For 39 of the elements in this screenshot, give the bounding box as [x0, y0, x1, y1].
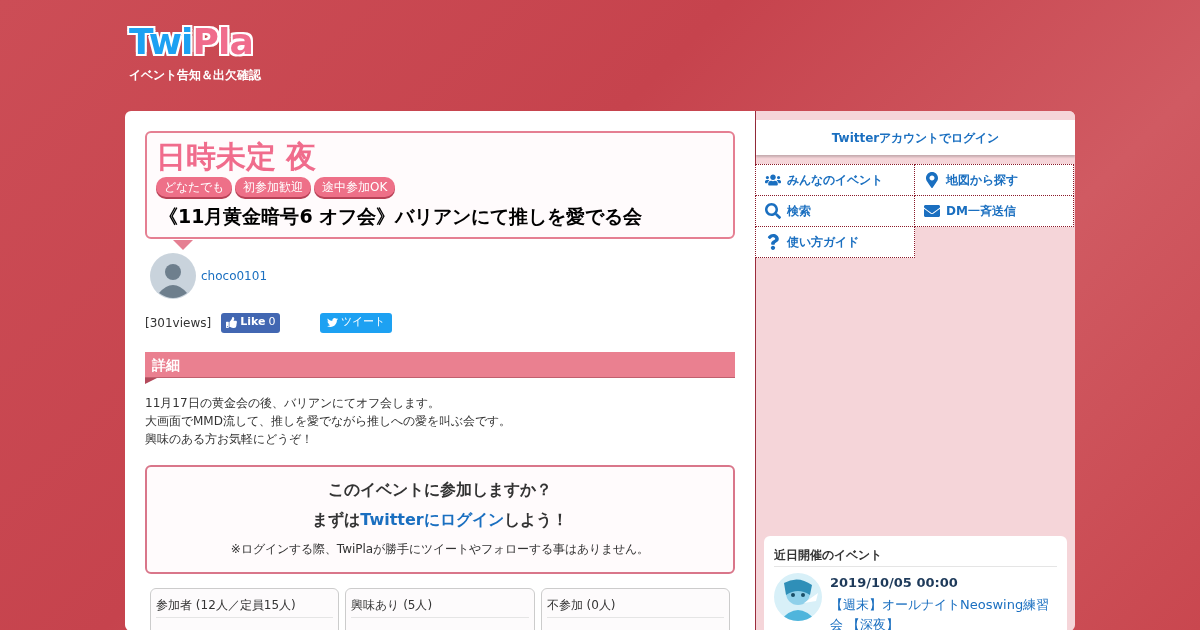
tag: 途中参加OK — [314, 177, 396, 197]
help-icon — [765, 234, 781, 250]
view-count: [301views] — [145, 314, 212, 332]
thumbs-up-icon — [226, 317, 238, 328]
tag: 初参加歓迎 — [235, 177, 311, 197]
menu-item[interactable]: 使い方ガイド — [755, 226, 915, 258]
like-button[interactable]: Like 0 — [221, 312, 281, 333]
tweet-button[interactable]: ツイート — [320, 312, 393, 333]
login-prompt: まずはTwitterにログイン しよう！ — [311, 508, 569, 531]
detail-text: 大画面でMMD流して、推しを愛でながら推しへの愛を叫ぶ会です。 — [145, 412, 512, 430]
menu-item[interactable]: みんなのイベント — [755, 164, 915, 196]
login-note: ※ログインする際、TwiPlaが勝手にツイートやフォローする事はありません。 — [229, 540, 651, 558]
menu-item[interactable]: 検索 — [755, 195, 915, 227]
search-icon — [765, 203, 781, 219]
tagline: イベント告知＆出欠確認 — [129, 67, 261, 84]
attendance-heading: 参加者 (12人／定員15人) — [156, 595, 334, 618]
attendance-heading: 不参加 (0人) — [546, 595, 724, 618]
login-link[interactable]: Twitterにログイン — [360, 509, 504, 529]
event-date: 2019/10/05 00:00 — [830, 574, 959, 592]
twitter-login-button[interactable]: Twitterアカウントでログイン — [756, 120, 1075, 155]
bird-icon — [327, 317, 339, 328]
tag: どなたでも — [156, 177, 232, 197]
menu-item[interactable]: 地図から探す — [914, 164, 1074, 196]
organizer-link[interactable]: choco0101 — [201, 266, 268, 285]
users-icon — [765, 172, 781, 188]
ribbon-fold — [145, 377, 157, 384]
map-pin-icon — [924, 172, 940, 188]
section-heading: 詳細 — [145, 351, 735, 378]
detail-text: 興味のある方お気軽にどうぞ！ — [145, 430, 314, 448]
menu-item[interactable]: DM一斉送信 — [914, 195, 1074, 227]
event-date: 日時未定 夜 — [156, 139, 318, 175]
mail-icon — [924, 203, 940, 219]
event-title: 《11月黄金暗号6 オフ会》バリアンにて推しを愛でる会 — [159, 204, 644, 229]
attendance-heading: 興味あり (5人) — [351, 595, 529, 618]
event-link[interactable]: 【週末】オールナイトNeoswing練習会 【深夜】 — [830, 594, 1057, 630]
detail-text: 11月17日の黄金会の後、バリアンにてオフ会します。 — [145, 394, 441, 412]
upcoming-heading: 近日開催のイベント — [774, 546, 1057, 567]
avatar-icon — [150, 252, 196, 299]
join-question: このイベントに参加しますか？ — [327, 478, 553, 501]
